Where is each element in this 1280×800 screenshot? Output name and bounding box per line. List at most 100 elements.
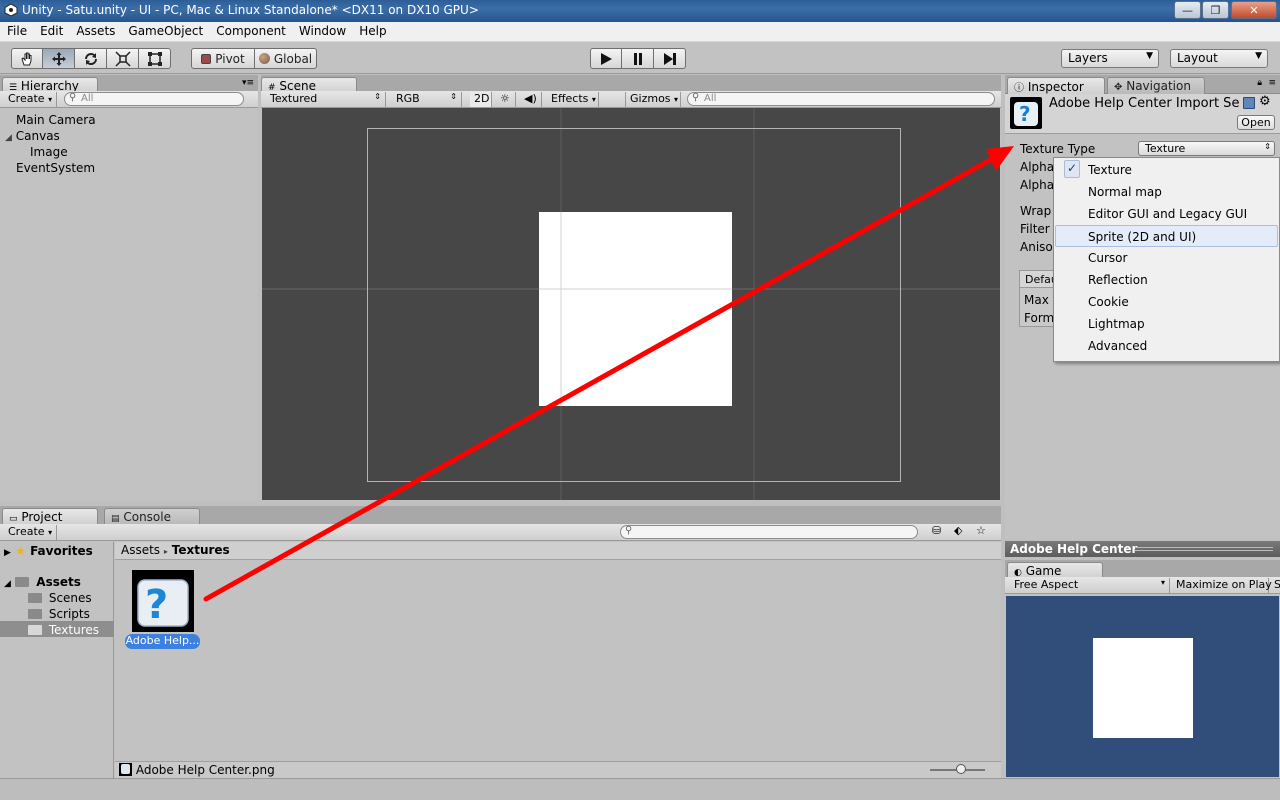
tab-console[interactable]: ▤ Console xyxy=(104,508,200,525)
breadcrumb: Assets ▸ Textures xyxy=(115,542,1001,560)
speaker-icon: ◀) xyxy=(524,92,537,105)
breadcrumb-assets[interactable]: Assets xyxy=(121,543,160,557)
assets-node[interactable]: ◢ Assets xyxy=(4,575,81,589)
updown-arrow-icon: ⇕ xyxy=(450,92,457,101)
rect-tool-button[interactable] xyxy=(139,48,171,69)
favorites-node[interactable]: ▶ ★ Favorites xyxy=(4,544,93,558)
minimize-button[interactable]: — xyxy=(1174,1,1201,19)
menu-edit[interactable]: Edit xyxy=(33,22,69,41)
effects-dropdown[interactable]: Effects ▾ xyxy=(547,92,599,107)
dropdown-option-cursor[interactable]: Cursor xyxy=(1055,247,1278,269)
preview-header[interactable]: Adobe Help Center xyxy=(1005,541,1280,557)
menu-component[interactable]: Component xyxy=(209,22,292,41)
texture-type-label: Texture Type xyxy=(1020,142,1096,156)
layout-dropdown[interactable]: Layout ▼ xyxy=(1170,49,1268,68)
maximize-button[interactable]: ❐ xyxy=(1202,1,1229,19)
dropdown-option-texture[interactable]: ✓ Texture xyxy=(1055,159,1278,181)
filter-by-type-icon[interactable]: ⛁ xyxy=(932,524,941,537)
project-panel: ▭ Project ▤ Console Create ▾ ⚲ ⛁ ⬖ ☆ ▶ ★… xyxy=(0,506,1001,778)
hierarchy-panel: ☰ Hierarchy ▾≡ Create ▾ ⚲ All Main Camer… xyxy=(0,75,258,501)
menu-help[interactable]: Help xyxy=(352,22,392,41)
project-create-button[interactable]: Create ▾ xyxy=(4,525,58,540)
dropdown-option-normal-map[interactable]: Normal map xyxy=(1055,181,1278,203)
hierarchy-item-eventsystem[interactable]: EventSystem xyxy=(16,161,95,175)
color-mode-dropdown[interactable]: RGB ⇕ xyxy=(392,92,462,107)
project-search-input[interactable]: ⚲ xyxy=(620,525,918,539)
mode-2d-toggle[interactable]: 2D xyxy=(470,92,492,107)
drag-handle-icon[interactable] xyxy=(1135,547,1273,551)
lighting-toggle[interactable]: ☼ xyxy=(496,92,516,107)
aniso-level-label: Aniso xyxy=(1020,240,1053,254)
pause-button[interactable] xyxy=(622,48,654,69)
dropdown-option-cookie[interactable]: Cookie xyxy=(1055,291,1278,313)
gizmos-dropdown[interactable]: Gizmos ▾ xyxy=(625,92,681,107)
filter-by-label-icon[interactable]: ⬖ xyxy=(954,524,962,537)
project-tab-label: Project xyxy=(21,510,63,524)
gear-icon[interactable]: ⚙ xyxy=(1259,94,1271,109)
game-viewport[interactable] xyxy=(1006,596,1279,777)
dropdown-option-sprite[interactable]: Sprite (2D and UI) xyxy=(1055,225,1278,247)
menu-gameobject[interactable]: GameObject xyxy=(121,22,209,41)
dropdown-option-lightmap[interactable]: Lightmap xyxy=(1055,313,1278,335)
tab-inspector[interactable]: ⓘ Inspector xyxy=(1007,77,1105,94)
breadcrumb-textures[interactable]: Textures xyxy=(172,543,230,557)
rotate-tool-button[interactable] xyxy=(75,48,107,69)
texture-type-dropdown[interactable]: Texture ⇕ xyxy=(1138,141,1275,156)
console-icon: ▤ xyxy=(111,514,120,524)
render-mode-dropdown[interactable]: Textured ⇕ xyxy=(266,92,386,107)
expand-triangle-icon[interactable]: ◢ xyxy=(5,133,12,143)
tab-navigation[interactable]: ✥ Navigation xyxy=(1107,77,1205,94)
hierarchy-item-main-camera[interactable]: Main Camera xyxy=(16,113,96,127)
dropdown-option-reflection[interactable]: Reflection xyxy=(1055,269,1278,291)
favorite-star-icon[interactable]: ☆ xyxy=(976,524,986,537)
global-button[interactable]: Global xyxy=(255,48,317,69)
scene-search-input[interactable]: ⚲ All xyxy=(687,92,995,106)
hierarchy-search-input[interactable]: ⚲ All xyxy=(64,92,244,106)
folder-icon xyxy=(28,609,42,619)
search-icon: ⚲ xyxy=(69,92,77,103)
lock-icon[interactable]: 🔒︎ xyxy=(1257,78,1262,88)
open-button[interactable]: Open xyxy=(1237,115,1275,130)
chevron-down-icon: ▾ xyxy=(674,95,679,104)
dropdown-option-editor-gui[interactable]: Editor GUI and Legacy GUI xyxy=(1055,203,1278,225)
help-book-icon[interactable] xyxy=(1243,97,1255,109)
play-button[interactable] xyxy=(590,48,622,69)
scale-tool-button[interactable] xyxy=(107,48,139,69)
move-tool-button[interactable] xyxy=(43,48,75,69)
layers-dropdown[interactable]: Layers ▼ xyxy=(1061,49,1159,68)
project-tabstrip: ▭ Project ▤ Console xyxy=(0,506,1001,525)
hierarchy-create-button[interactable]: Create ▾ xyxy=(4,92,58,107)
folder-label: Textures xyxy=(48,623,100,637)
asset-thumbnail-adobe-help[interactable]: ? xyxy=(132,570,194,632)
hand-tool-button[interactable] xyxy=(11,48,43,69)
menu-file[interactable]: File xyxy=(0,22,33,41)
menu-bar: File Edit Assets GameObject Component Wi… xyxy=(0,22,1280,42)
hierarchy-item-image[interactable]: Image xyxy=(30,145,68,159)
hierarchy-item-canvas[interactable]: ◢ Canvas xyxy=(5,129,60,143)
menu-window[interactable]: Window xyxy=(292,22,352,41)
maximize-on-play-toggle[interactable]: Maximize on Play xyxy=(1172,578,1272,593)
close-button[interactable]: ✕ xyxy=(1231,1,1277,19)
tab-project[interactable]: ▭ Project xyxy=(2,508,98,525)
folder-label: Scenes xyxy=(48,591,92,605)
ui-image-element xyxy=(539,212,732,406)
aspect-dropdown[interactable]: Free Aspect ▾ xyxy=(1010,578,1170,593)
stats-toggle-partial[interactable]: S xyxy=(1270,578,1280,593)
audio-toggle[interactable]: ◀) xyxy=(520,92,542,107)
canvas-label: Canvas xyxy=(15,129,60,143)
slider-thumb[interactable] xyxy=(956,764,966,774)
globe-icon xyxy=(258,53,270,64)
step-button[interactable] xyxy=(654,48,686,69)
folder-scripts[interactable]: Scripts xyxy=(28,607,90,621)
pivot-button[interactable]: Pivot xyxy=(191,48,255,69)
create-label: Create xyxy=(8,92,45,105)
scene-viewport[interactable] xyxy=(262,108,1000,500)
menu-assets[interactable]: Assets xyxy=(69,22,121,41)
asset-label-adobe-help[interactable]: Adobe Help... xyxy=(125,634,200,649)
folder-scenes[interactable]: Scenes xyxy=(28,591,92,605)
folder-textures[interactable]: Textures xyxy=(28,623,99,637)
panel-menu-icon[interactable]: ▾≡ xyxy=(242,78,254,88)
panel-menu-icon[interactable]: ≡ xyxy=(1268,78,1276,88)
dropdown-option-advanced[interactable]: Advanced xyxy=(1055,335,1278,357)
texture-type-value: Texture xyxy=(1145,142,1186,155)
